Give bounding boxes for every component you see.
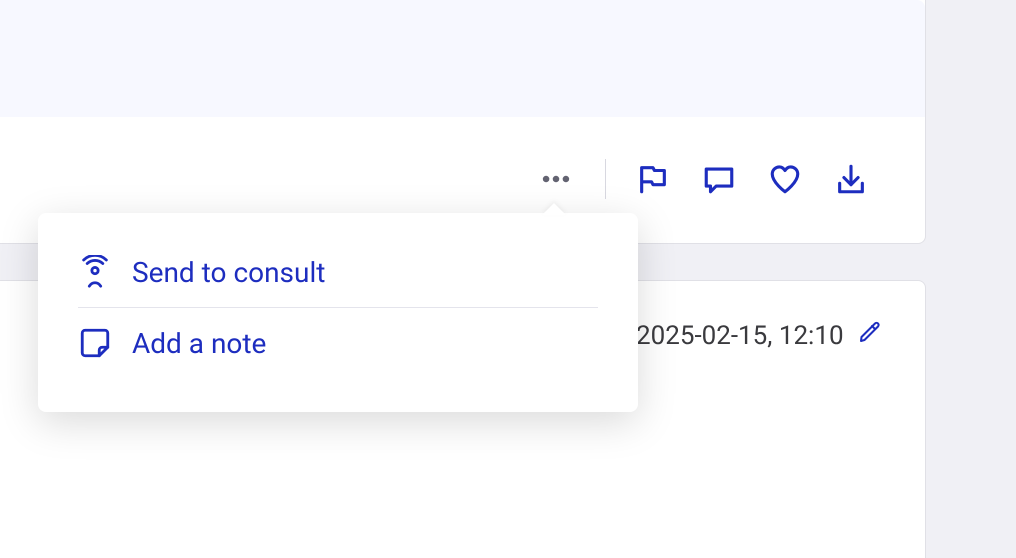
timestamp: 2025-02-15, 12:10 [636,320,882,351]
flag-button[interactable] [634,160,672,198]
more-button[interactable] [535,158,577,200]
comment-icon [702,162,736,196]
flag-icon [636,162,670,196]
menu-item-add-note[interactable]: Add a note [78,308,598,378]
timestamp-text: 2025-02-15, 12:10 [636,321,844,351]
heart-button[interactable] [766,160,804,198]
action-toolbar [535,158,870,200]
heart-icon [768,162,802,196]
download-button[interactable] [832,160,870,198]
broadcast-icon [78,255,112,289]
more-horizontal-icon [539,162,573,196]
toolbar-divider [605,159,606,199]
menu-item-label: Add a note [132,327,266,360]
menu-item-label: Send to consult [132,256,325,289]
sticky-note-icon [78,326,112,360]
download-icon [834,162,868,196]
comment-button[interactable] [700,160,738,198]
upper-card [0,0,926,244]
pencil-icon [858,320,882,344]
edit-button[interactable] [858,320,882,351]
menu-item-send-to-consult[interactable]: Send to consult [78,237,598,307]
more-popover: Send to consult Add a note [38,213,638,412]
upper-card-header-zone [0,0,925,117]
